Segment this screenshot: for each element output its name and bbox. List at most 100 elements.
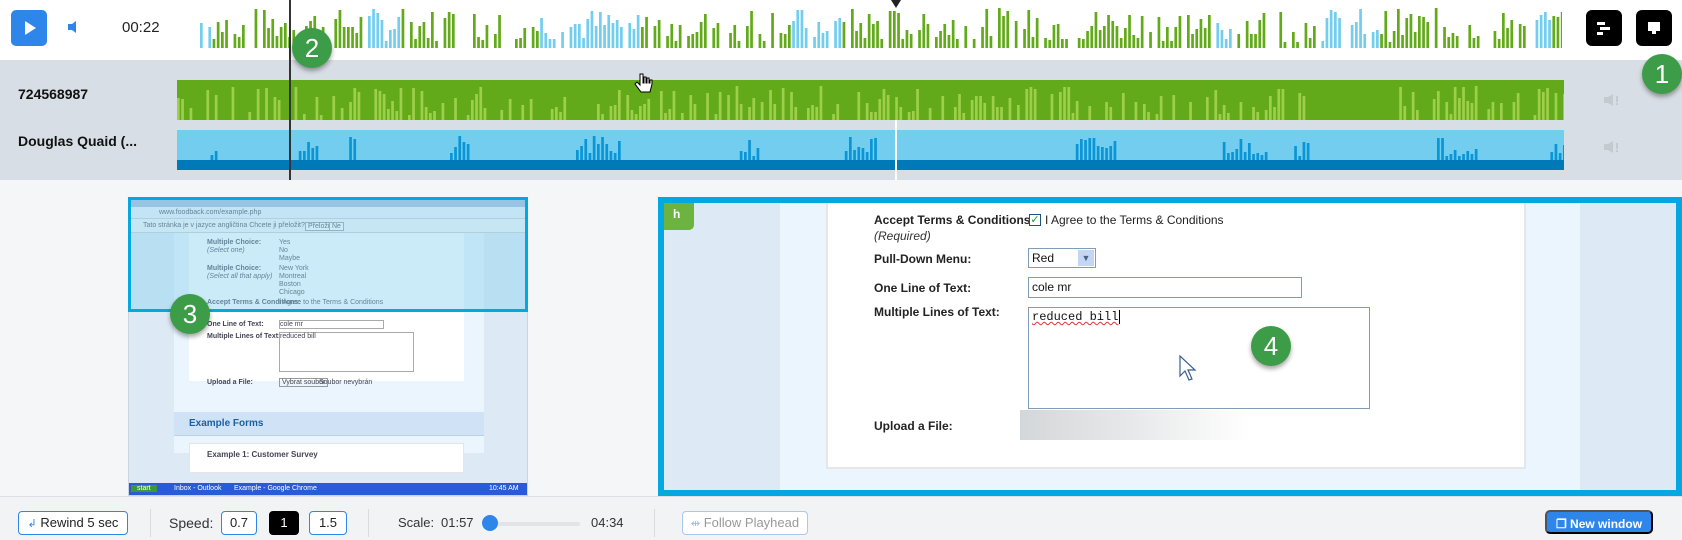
audio-overview-waveform[interactable] (200, 6, 1562, 50)
waveform-bar (985, 9, 989, 48)
waveform-bar (1119, 38, 1123, 48)
waveform-bar (735, 86, 739, 120)
waveform-bar (1403, 106, 1407, 120)
waveform-bar (555, 107, 558, 120)
waveform-bar (1325, 18, 1329, 48)
thumb-section-title: Example Forms (189, 418, 264, 429)
waveform-bar (431, 12, 434, 48)
play-button[interactable] (11, 10, 47, 46)
waveform-bar (909, 34, 913, 48)
customer-audio-track[interactable] (177, 130, 1564, 160)
waveform-bar (573, 24, 577, 48)
waveform-bar (1533, 115, 1537, 120)
timeline-view-button[interactable] (1586, 10, 1622, 46)
waveform-bar (1441, 138, 1444, 160)
waveform-bar (897, 13, 900, 48)
waveform-bar (1376, 30, 1379, 48)
waveform-bar (1227, 113, 1230, 120)
feedback-tab: h (664, 203, 694, 230)
new-window-button[interactable]: ❐ New window (1545, 510, 1653, 534)
waveform-bar (733, 25, 737, 48)
waveform-bar (401, 9, 405, 48)
follow-playhead-button[interactable]: ⇹ Follow Playhead (682, 511, 808, 535)
screen-recording-area: www.foodback.com/example.php Tato stránk… (0, 180, 1682, 496)
thumb-task: Example - Google Chrome (234, 485, 317, 492)
waveform-bar (1014, 21, 1018, 48)
waveform-bar (368, 16, 371, 48)
waveform-bar (1243, 152, 1247, 160)
thumb-label: Multiple Lines of Text: (207, 333, 281, 340)
waveform-bar (815, 107, 819, 120)
scale-slider-track[interactable] (490, 522, 580, 526)
waveform-bar (821, 33, 825, 48)
waveform-bar (706, 93, 709, 120)
agent-audio-track[interactable] (177, 80, 1564, 120)
screen-view-button[interactable] (1636, 10, 1672, 46)
speed-option-1[interactable]: 1 (269, 511, 299, 535)
waveform-bar (382, 94, 386, 120)
waveform-bar (1416, 110, 1419, 120)
scale-slider-thumb[interactable] (482, 515, 498, 531)
waveform-bar (1451, 33, 1455, 48)
timeline-icon (1597, 22, 1610, 35)
customer-track-baseline (177, 160, 1564, 170)
one-line-input[interactable]: cole mr (1028, 277, 1302, 298)
waveform-bar (294, 87, 298, 120)
waveform-bar (678, 25, 682, 48)
volume-icon[interactable] (66, 20, 80, 34)
waveform-bar (477, 37, 480, 48)
waveform-bar (1124, 28, 1127, 48)
terms-checkbox[interactable]: ✓ (1029, 214, 1041, 226)
waveform-bar (578, 24, 581, 48)
pulldown-select[interactable]: Red ▼ (1028, 248, 1096, 268)
waveform-bar (359, 17, 363, 48)
waveform-bar (773, 104, 777, 120)
waveform-bar (1094, 12, 1098, 48)
waveform-bar (746, 26, 749, 48)
waveform-bar (865, 103, 869, 120)
waveform-bar (660, 91, 663, 120)
waveform-bar (233, 34, 237, 48)
waveform-bar (1313, 26, 1316, 48)
waveform-bar (559, 112, 562, 120)
upload-file-blurred[interactable] (1020, 410, 1250, 440)
waveform-bar (880, 39, 884, 48)
waveform-bar (237, 37, 241, 48)
waveform-bar (699, 22, 703, 48)
waveform-bar (870, 139, 873, 160)
speed-option-1.5[interactable]: 1.5 (309, 511, 347, 535)
waveform-bar (859, 23, 863, 48)
waveform-bar (922, 14, 926, 48)
waveform-bar (443, 18, 447, 48)
waveform-bar (1229, 29, 1232, 48)
waveform-bar (1017, 105, 1020, 120)
step-badge: 2 (292, 28, 332, 68)
waveform-bar (1082, 39, 1085, 48)
terms-checkbox-label: I Agree to the Terms & Conditions (1045, 213, 1224, 227)
waveform-bar (1172, 95, 1176, 120)
playhead[interactable] (289, 0, 291, 190)
waveform-bar (1075, 101, 1079, 120)
waveform-bar (298, 151, 302, 160)
waveform-bar (670, 24, 674, 48)
waveform-bar (374, 89, 378, 120)
waveform-bar (1061, 39, 1064, 48)
waveform-bar (277, 100, 281, 120)
waveform-bar (1098, 30, 1102, 48)
waveform-bar (1401, 35, 1404, 48)
speaker-muted-icon[interactable] (1602, 139, 1622, 155)
multi-line-textarea[interactable]: reduced bill (1028, 307, 1370, 409)
speed-option-0.7[interactable]: 0.7 (221, 511, 257, 535)
waveform-bar (311, 148, 315, 160)
waveform-bar (1111, 21, 1115, 48)
waveform-bar (1140, 16, 1144, 48)
waveform-bar (576, 150, 579, 160)
waveform-bar (781, 88, 785, 120)
waveform-bar (729, 33, 732, 48)
waveform-bar (435, 41, 438, 48)
speaker-muted-icon[interactable] (1602, 92, 1622, 108)
waveform-bar (1409, 14, 1413, 48)
waveform-bar (790, 92, 793, 120)
rewind-button[interactable]: ↲ Rewind 5 sec (18, 511, 128, 535)
waveform-bar (954, 107, 957, 120)
